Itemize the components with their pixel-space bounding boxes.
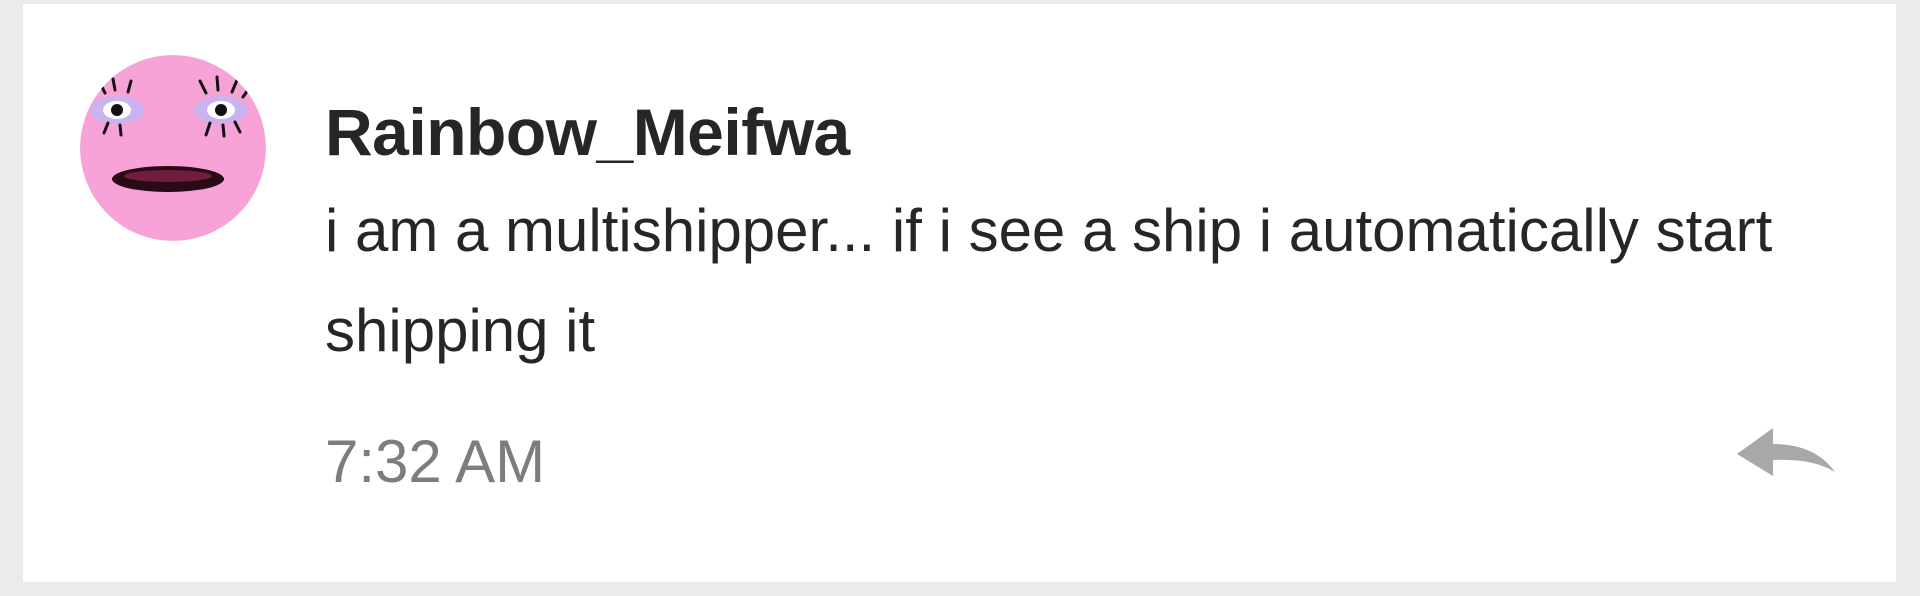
reply-button[interactable] [1737,424,1837,484]
username[interactable]: Rainbow_Meifwa [325,92,850,172]
timestamp: 7:32 AM [325,428,546,495]
reply-arrow-icon [1737,428,1835,476]
comment-card: Rainbow_Meifwa i am a multishipper... if… [23,4,1896,582]
pink-face-avatar-icon [80,55,266,241]
comment-message: i am a multishipper... if i see a ship i… [325,197,1773,364]
avatar[interactable] [80,55,266,241]
